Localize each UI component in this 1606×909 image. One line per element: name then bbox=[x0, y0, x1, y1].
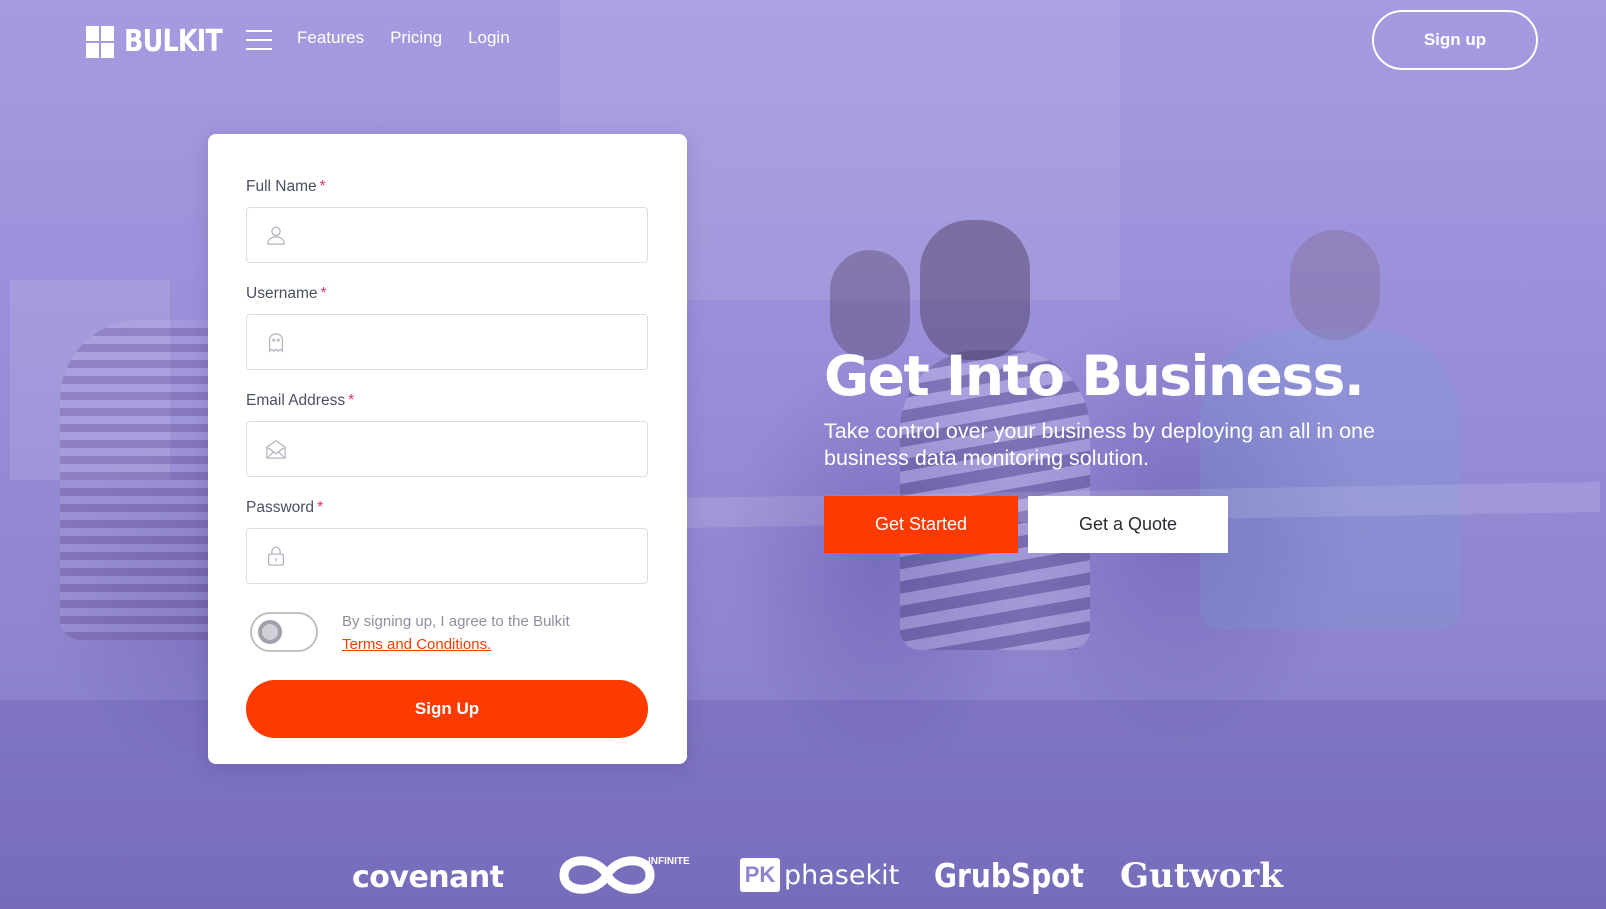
full-name-label: Full Name * bbox=[246, 178, 326, 195]
password-label: Password * bbox=[246, 499, 324, 516]
envelope-icon bbox=[266, 439, 286, 459]
nav-link-pricing[interactable]: Pricing bbox=[390, 28, 442, 48]
terms-text: By signing up, I agree to the Bulkit Ter… bbox=[342, 610, 570, 656]
signup-form-card: Full Name * Username * Email Address * P… bbox=[208, 134, 687, 764]
lock-icon bbox=[268, 546, 284, 566]
brand-logo[interactable]: BULKIT bbox=[86, 24, 239, 59]
terms-toggle-switch[interactable] bbox=[250, 612, 318, 652]
client-logos: covenant INFINITE PK phasekit GrubSpot G… bbox=[0, 846, 1606, 906]
top-navbar: BULKIT Features Pricing Login Sign up bbox=[0, 0, 1606, 80]
infinite-label: INFINITE bbox=[648, 856, 690, 867]
full-name-field: Full Name * bbox=[246, 178, 649, 263]
grubspot-logo: GrubSpot bbox=[934, 856, 1084, 895]
gutwork-logo: Gutwork bbox=[1120, 856, 1283, 896]
nav-link-features[interactable]: Features bbox=[297, 28, 364, 48]
terms-agreement: By signing up, I agree to the Bulkit Ter… bbox=[246, 606, 649, 656]
menu-hamburger-icon[interactable] bbox=[246, 30, 272, 50]
username-label: Username * bbox=[246, 285, 327, 302]
email-field: Email Address * bbox=[246, 392, 649, 477]
username-input-wrap bbox=[246, 314, 648, 370]
hero-title: Get Into Business. bbox=[824, 344, 1365, 408]
password-input-wrap bbox=[246, 528, 648, 584]
nav-link-login[interactable]: Login bbox=[468, 28, 510, 48]
email-input[interactable] bbox=[303, 422, 633, 476]
full-name-input-wrap bbox=[246, 207, 648, 263]
required-mark: * bbox=[319, 178, 326, 195]
email-input-wrap bbox=[246, 421, 648, 477]
user-icon bbox=[267, 226, 285, 245]
hero-section: Get Into Business. Take control over you… bbox=[824, 342, 1544, 553]
agree-text: By signing up, I agree to the Bulkit bbox=[342, 613, 570, 630]
phasekit-name: phasekit bbox=[784, 859, 900, 891]
username-field: Username * bbox=[246, 285, 649, 370]
logo-grid-icon bbox=[86, 25, 114, 58]
phasekit-mark: PK bbox=[740, 858, 780, 892]
ghost-icon bbox=[268, 333, 284, 353]
toggle-knob bbox=[258, 620, 282, 644]
required-mark: * bbox=[348, 392, 355, 409]
infinity-icon bbox=[559, 856, 655, 894]
covenant-logo: covenant bbox=[352, 860, 504, 895]
infinite-logo: INFINITE bbox=[552, 846, 692, 906]
signup-submit-button[interactable]: Sign Up bbox=[246, 680, 648, 738]
hero-buttons: Get Started Get a Quote bbox=[824, 496, 1544, 553]
hero-subtitle: Take control over your business by deplo… bbox=[824, 419, 1375, 470]
get-quote-button[interactable]: Get a Quote bbox=[1028, 496, 1228, 553]
phasekit-logo: PK phasekit bbox=[740, 858, 899, 892]
email-label: Email Address * bbox=[246, 392, 355, 409]
terms-link[interactable]: Terms and Conditions. bbox=[342, 633, 570, 656]
nav-links: Features Pricing Login bbox=[297, 28, 510, 48]
nav-signup-button[interactable]: Sign up bbox=[1372, 10, 1538, 70]
full-name-input[interactable] bbox=[303, 208, 633, 262]
password-field: Password * bbox=[246, 499, 649, 584]
brand-name: BULKIT bbox=[124, 24, 223, 59]
required-mark: * bbox=[317, 499, 324, 516]
username-input[interactable] bbox=[303, 315, 633, 369]
password-input[interactable] bbox=[303, 529, 633, 583]
required-mark: * bbox=[320, 285, 327, 302]
get-started-button[interactable]: Get Started bbox=[824, 496, 1018, 553]
